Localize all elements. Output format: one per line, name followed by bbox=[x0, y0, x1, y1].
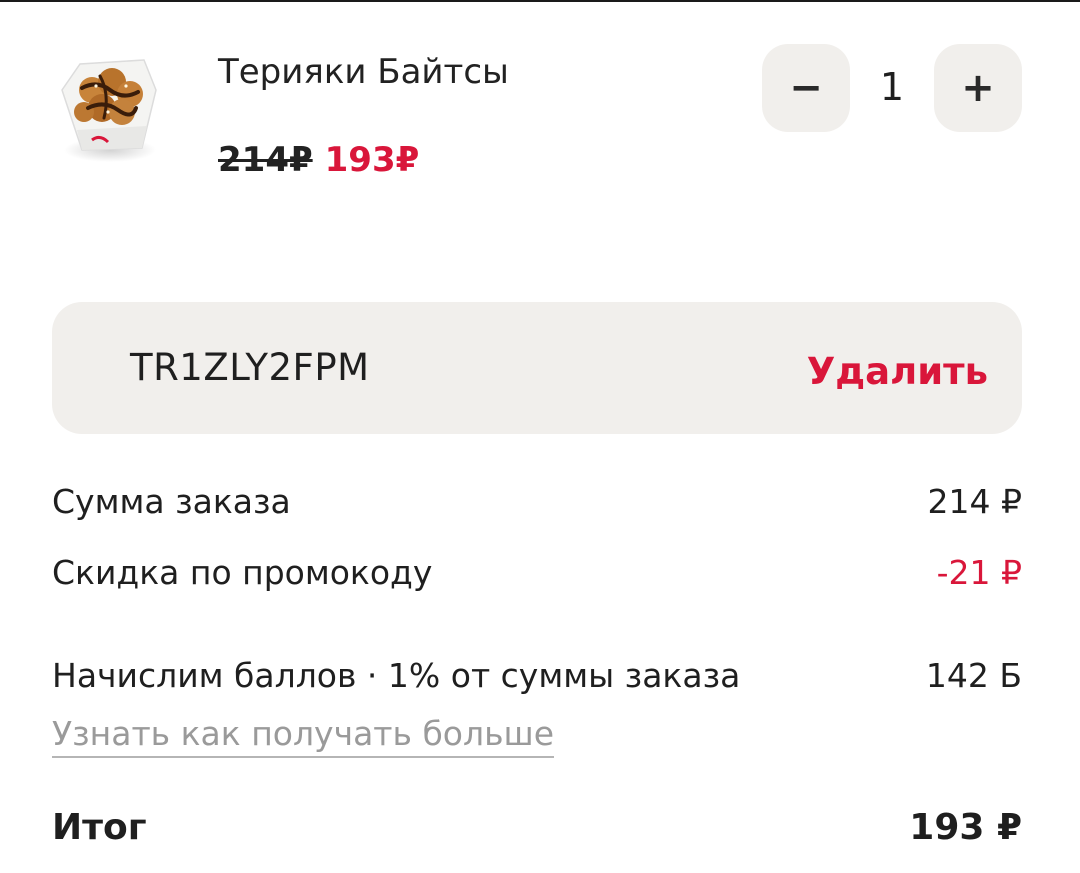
old-price: 214₽ bbox=[218, 140, 313, 180]
teriyaki-bites-image bbox=[52, 50, 162, 165]
order-sum-label: Сумма заказа bbox=[52, 482, 291, 521]
item-price: 214₽ 193₽ bbox=[218, 138, 419, 182]
plus-icon: + bbox=[961, 65, 995, 111]
discount-label: Скидка по промокоду bbox=[52, 553, 433, 592]
remove-promo-button[interactable]: Удалить bbox=[807, 348, 988, 396]
top-divider bbox=[0, 0, 1080, 2]
discount-value: -21 ₽ bbox=[936, 553, 1022, 592]
minus-icon: − bbox=[789, 65, 823, 111]
new-price: 193₽ bbox=[324, 140, 420, 180]
increase-quantity-button[interactable]: + bbox=[934, 44, 1022, 132]
points-value: 142 Б bbox=[925, 656, 1022, 695]
total-value: 193 ₽ bbox=[909, 807, 1022, 848]
promo-code: TR1ZLY2FPM bbox=[130, 346, 370, 389]
promo-code-box: TR1ZLY2FPM Удалить bbox=[52, 302, 1022, 434]
points-label: Начислим баллов · 1% от суммы заказа bbox=[52, 656, 741, 695]
total-label: Итог bbox=[52, 807, 147, 848]
item-name: Терияки Байтсы bbox=[218, 52, 509, 92]
order-sum-value: 214 ₽ bbox=[927, 482, 1022, 521]
decrease-quantity-button[interactable]: − bbox=[762, 44, 850, 132]
quantity-value: 1 bbox=[879, 65, 905, 109]
learn-more-link[interactable]: Узнать как получать больше bbox=[52, 712, 555, 758]
